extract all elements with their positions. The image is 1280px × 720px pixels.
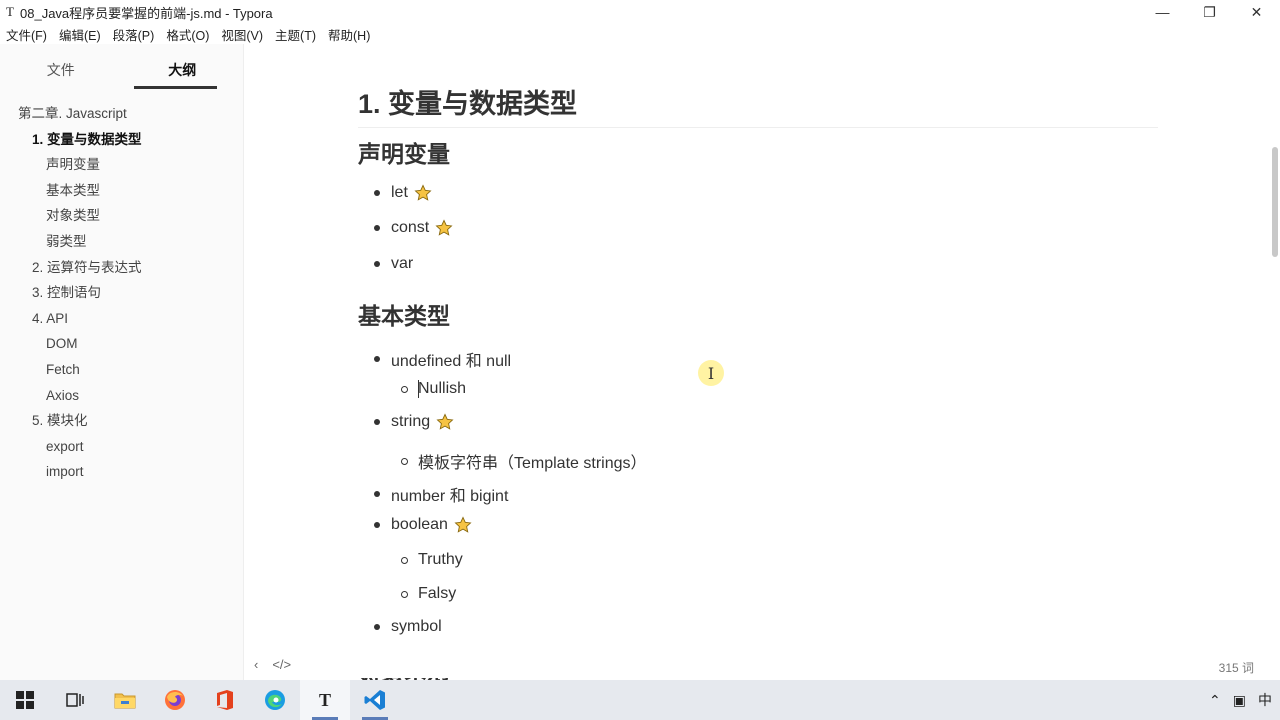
list-item: const bbox=[374, 219, 453, 237]
list-item-text: const bbox=[391, 219, 430, 236]
list-item-text: symbol bbox=[391, 618, 442, 635]
editor-footer: ‹ </> 315 词 bbox=[244, 654, 1270, 678]
menu-edit[interactable]: 编辑(E) bbox=[53, 25, 107, 44]
task-view-icon[interactable] bbox=[50, 680, 100, 720]
list-item: let bbox=[374, 184, 432, 202]
list-item-text: Truthy bbox=[418, 551, 463, 568]
outline-item[interactable]: import bbox=[0, 459, 243, 485]
circle-bullet-icon bbox=[401, 556, 408, 564]
sub-list-item: Truthy bbox=[401, 551, 463, 569]
menu-view[interactable]: 视图(V) bbox=[215, 25, 269, 44]
list-item: undefined 和 null bbox=[374, 347, 511, 371]
outline-item[interactable]: 3. 控制语句 bbox=[0, 280, 243, 306]
list-item: var bbox=[374, 255, 413, 273]
outline-item[interactable]: 2. 运算符与表达式 bbox=[0, 255, 243, 281]
bullet-icon bbox=[374, 491, 380, 497]
tab-outline[interactable]: 大纲 bbox=[122, 44, 244, 89]
list-item-text: var bbox=[391, 255, 414, 272]
edge-icon[interactable] bbox=[250, 680, 300, 720]
star-icon bbox=[414, 184, 432, 201]
outline-item[interactable]: 5. 模块化 bbox=[0, 408, 243, 434]
list-item-text: 模板字符串（Template strings） bbox=[418, 455, 647, 472]
sidebar: 文件 大纲 第二章. Javascript 1. 变量与数据类型 声明变量 基本… bbox=[0, 44, 244, 680]
toggle-sidebar-icon[interactable]: ‹ bbox=[254, 657, 258, 672]
bullet-icon bbox=[374, 261, 380, 267]
list-item-text: Falsy bbox=[418, 585, 457, 602]
typora-app-icon: T bbox=[6, 4, 14, 19]
list-item-text: string bbox=[391, 413, 431, 430]
outline-item[interactable]: DOM bbox=[0, 331, 243, 357]
office-icon[interactable] bbox=[200, 680, 250, 720]
editor-scrollbar[interactable] bbox=[1270, 44, 1280, 680]
bullet-icon bbox=[374, 225, 380, 231]
list-item-text: Nullish bbox=[418, 380, 467, 397]
outline-item[interactable]: Axios bbox=[0, 383, 243, 409]
outline-item[interactable]: 对象类型 bbox=[0, 203, 243, 229]
list-item: symbol bbox=[374, 618, 442, 636]
outline-item[interactable]: Fetch bbox=[0, 357, 243, 383]
windows-taskbar: T ⌃ ▣ 中 bbox=[0, 680, 1280, 720]
menu-format[interactable]: 格式(O) bbox=[160, 25, 215, 44]
tab-files[interactable]: 文件 bbox=[0, 44, 122, 88]
bullet-icon bbox=[374, 522, 380, 528]
circle-bullet-icon bbox=[401, 385, 408, 393]
outline-item[interactable]: 弱类型 bbox=[0, 229, 243, 255]
list-item: number 和 bigint bbox=[374, 482, 508, 506]
file-explorer-icon[interactable] bbox=[100, 680, 150, 720]
vscode-icon[interactable] bbox=[350, 680, 400, 720]
editor-area[interactable]: 1. 变量与数据类型 声明变量 let const var 基本类型 undef… bbox=[244, 44, 1270, 680]
outline-list: 第二章. Javascript 1. 变量与数据类型 声明变量 基本类型 对象类… bbox=[0, 101, 243, 485]
menu-help[interactable]: 帮助(H) bbox=[322, 25, 376, 44]
list-item-text: boolean bbox=[391, 516, 448, 533]
input-mode-icon[interactable]: ▣ bbox=[1233, 692, 1246, 709]
heading-declare-variables: 声明变量 bbox=[358, 141, 450, 167]
outline-item[interactable]: 声明变量 bbox=[0, 152, 243, 178]
outline-item[interactable]: 第二章. Javascript bbox=[0, 101, 243, 127]
outline-item[interactable]: 基本类型 bbox=[0, 178, 243, 204]
list-item: string bbox=[374, 413, 454, 431]
scrollbar-thumb[interactable] bbox=[1272, 147, 1278, 257]
word-count[interactable]: 315 词 bbox=[1219, 659, 1254, 676]
sidebar-tabs: 文件 大纲 bbox=[0, 44, 244, 89]
star-icon bbox=[436, 413, 454, 430]
outline-item[interactable]: export bbox=[0, 434, 243, 460]
outline-item-active[interactable]: 1. 变量与数据类型 bbox=[0, 127, 243, 153]
sub-list-item: 模板字符串（Template strings） bbox=[401, 449, 647, 473]
close-button[interactable]: ✕ bbox=[1233, 0, 1280, 24]
star-icon bbox=[454, 516, 472, 533]
minimize-button[interactable]: — bbox=[1139, 0, 1186, 24]
system-tray: ⌃ ▣ 中 bbox=[1209, 680, 1272, 720]
menu-file[interactable]: 文件(F) bbox=[0, 25, 53, 44]
list-item-text: number 和 bigint bbox=[391, 488, 509, 505]
sub-list-item: Nullish bbox=[401, 380, 466, 398]
heading-1: 1. 变量与数据类型 bbox=[358, 82, 1158, 128]
restore-button[interactable]: ❐ bbox=[1186, 0, 1233, 24]
title-bar: T 08_Java程序员要掌握的前端-js.md - Typora — ❐ ✕ bbox=[0, 0, 1280, 24]
source-code-mode-icon[interactable]: </> bbox=[272, 657, 291, 672]
star-icon bbox=[435, 219, 453, 236]
outline-item[interactable]: 4. API bbox=[0, 306, 243, 332]
chevron-up-icon[interactable]: ⌃ bbox=[1209, 692, 1221, 709]
list-item-text: let bbox=[391, 184, 408, 201]
menu-theme[interactable]: 主题(T) bbox=[269, 25, 322, 44]
sub-list-item: Falsy bbox=[401, 585, 456, 603]
list-item: boolean bbox=[374, 516, 472, 534]
bullet-icon bbox=[374, 356, 380, 362]
typora-taskbar-icon[interactable]: T bbox=[300, 680, 350, 720]
circle-bullet-icon bbox=[401, 457, 408, 465]
bullet-icon bbox=[374, 190, 380, 196]
bullet-icon bbox=[374, 624, 380, 630]
list-item-text: undefined 和 null bbox=[391, 353, 512, 370]
bullet-icon bbox=[374, 419, 380, 425]
mouse-cursor-highlight: I bbox=[698, 360, 724, 386]
circle-bullet-icon bbox=[401, 590, 408, 598]
firefox-icon[interactable] bbox=[150, 680, 200, 720]
window-controls: — ❐ ✕ bbox=[1139, 0, 1280, 24]
ime-indicator[interactable]: 中 bbox=[1258, 690, 1272, 710]
heading-basic-types: 基本类型 bbox=[358, 303, 450, 329]
menu-paragraph[interactable]: 段落(P) bbox=[107, 25, 161, 44]
menu-bar: 文件(F) 编辑(E) 段落(P) 格式(O) 视图(V) 主题(T) 帮助(H… bbox=[0, 24, 376, 44]
start-windows-icon[interactable] bbox=[0, 680, 50, 720]
window-title: 08_Java程序员要掌握的前端-js.md - Typora bbox=[20, 5, 273, 21]
